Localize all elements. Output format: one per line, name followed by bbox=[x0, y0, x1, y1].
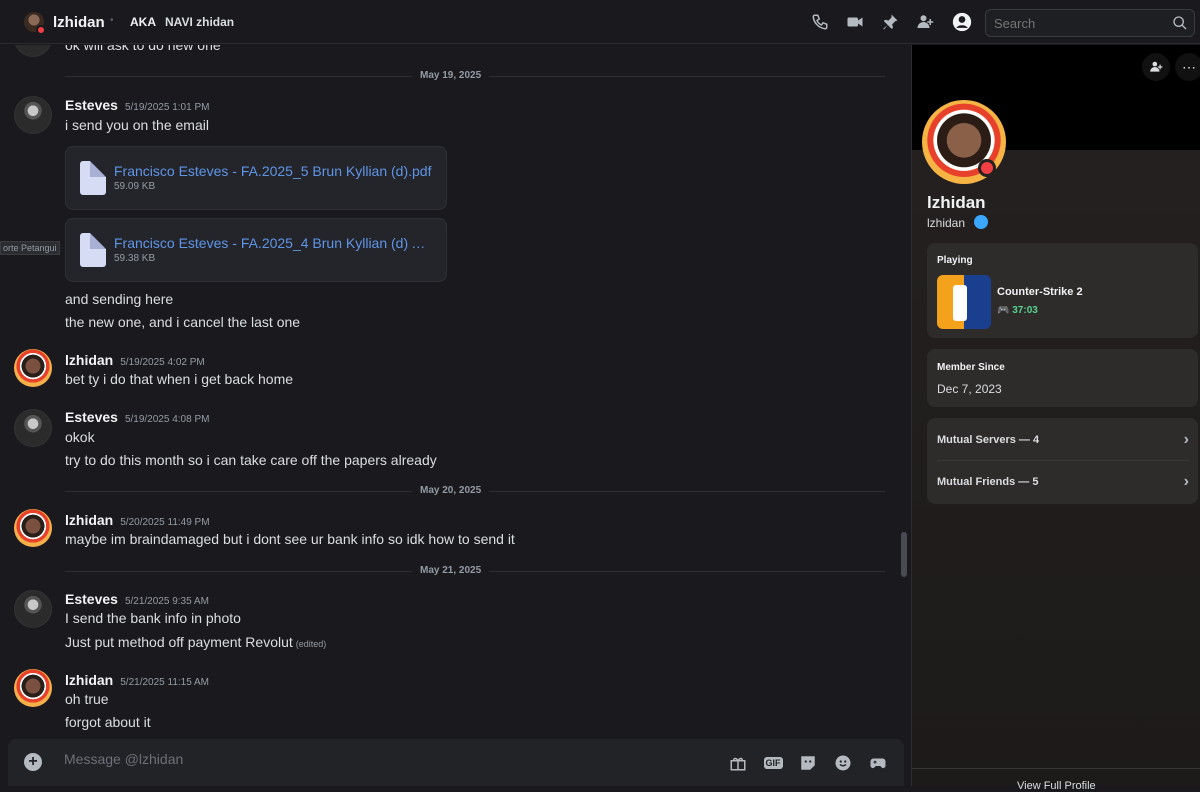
message-text: and sending here bbox=[65, 291, 174, 307]
message-text: ok will ask to do new one bbox=[65, 45, 221, 53]
mutual-servers-link[interactable]: Mutual Servers — 4 › bbox=[937, 431, 1189, 448]
add-attachment-icon[interactable]: + bbox=[24, 753, 42, 771]
gift-icon[interactable] bbox=[728, 753, 748, 773]
message-text: oh true bbox=[65, 691, 109, 707]
mutuals-card: Mutual Servers — 4 › Mutual Friends — 5 › bbox=[927, 418, 1198, 504]
message-author[interactable]: Esteves 5/19/2025 1:01 PM bbox=[65, 97, 209, 113]
file-size: 59.09 KB bbox=[114, 181, 156, 192]
message-list[interactable]: ok will ask to do new one May 19, 2025 E… bbox=[0, 45, 910, 786]
profile-username[interactable]: lzhidan bbox=[927, 216, 965, 230]
chevron-right-icon: › bbox=[1183, 473, 1189, 490]
file-size: 59.38 KB bbox=[114, 253, 156, 264]
divider bbox=[937, 460, 1189, 461]
message-author[interactable]: lzhidan 5/20/2025 11:49 PM bbox=[65, 512, 210, 528]
edited-tag: (edited) bbox=[295, 639, 327, 649]
dnd-status-icon bbox=[978, 159, 996, 177]
emoji-icon[interactable] bbox=[833, 753, 853, 773]
message-text: the new one, and i cancel the last one bbox=[65, 314, 301, 330]
date-divider-label: May 20, 2025 bbox=[412, 485, 490, 496]
gif-icon[interactable]: GIF bbox=[763, 753, 783, 773]
avatar[interactable] bbox=[14, 96, 52, 134]
divider bbox=[912, 768, 1200, 769]
profile-display-name: lzhidan bbox=[927, 193, 986, 212]
game-elapsed-time: 🎮 37:03 bbox=[997, 305, 1038, 316]
scrollbar-thumb[interactable] bbox=[901, 532, 907, 577]
playing-header: Playing bbox=[937, 255, 973, 266]
pin-icon[interactable] bbox=[878, 10, 902, 34]
message-author[interactable]: Esteves 5/19/2025 4:08 PM bbox=[65, 409, 209, 425]
search-icon bbox=[1172, 15, 1188, 36]
dnd-status-icon bbox=[36, 25, 46, 35]
avatar[interactable] bbox=[14, 45, 52, 57]
search-input[interactable] bbox=[986, 10, 1166, 37]
game-name: Counter-Strike 2 bbox=[997, 286, 1083, 298]
activity-card: Playing Counter-Strike 2 🎮 37:03 bbox=[927, 243, 1198, 338]
search-box[interactable] bbox=[985, 9, 1195, 37]
member-since-card: Member Since Dec 7, 2023 bbox=[927, 349, 1198, 407]
avatar[interactable] bbox=[14, 509, 52, 547]
file-name-link[interactable]: Francisco Esteves - FA.2025_5 Brun Kylli… bbox=[114, 163, 434, 179]
message-text: Just put method off payment Revolut (edit… bbox=[65, 634, 327, 650]
file-name-link[interactable]: Francisco Esteves - FA.2025_4 Brun Kylli… bbox=[114, 235, 434, 251]
message-timestamp: 5/21/2025 9:35 AM bbox=[124, 596, 209, 607]
message-text: bet ty i do that when i get back home bbox=[65, 371, 294, 387]
dm-title[interactable]: lzhidan bbox=[53, 14, 105, 31]
date-divider-label: May 21, 2025 bbox=[412, 565, 490, 576]
video-call-icon[interactable] bbox=[843, 10, 867, 34]
message-text: maybe im braindamaged but i dont see ur … bbox=[65, 531, 515, 547]
separator-dot: • bbox=[110, 15, 114, 26]
chevron-right-icon: › bbox=[1183, 431, 1189, 448]
message-author[interactable]: Esteves 5/21/2025 9:35 AM bbox=[65, 591, 209, 607]
file-attachment[interactable]: Francisco Esteves - FA.2025_5 Brun Kylli… bbox=[65, 146, 447, 210]
sticker-icon[interactable] bbox=[798, 753, 818, 773]
add-friend-icon[interactable] bbox=[913, 10, 937, 34]
message-timestamp: 5/19/2025 4:08 PM bbox=[124, 414, 210, 425]
more-options-icon[interactable]: ⋯ bbox=[1175, 53, 1200, 81]
member-since-header: Member Since bbox=[937, 362, 1005, 373]
avatar[interactable] bbox=[14, 590, 52, 628]
message-text: i send you on the email bbox=[65, 117, 209, 133]
nitro-badge-icon[interactable] bbox=[974, 215, 988, 229]
pdf-file-icon bbox=[80, 233, 106, 267]
view-full-profile-button[interactable]: View Full Profile bbox=[1017, 780, 1096, 792]
pdf-file-icon bbox=[80, 161, 106, 195]
file-attachment[interactable]: Francisco Esteves - FA.2025_4 Brun Kylli… bbox=[65, 218, 447, 282]
channel-header: lzhidan • AKA NAVI zhidan bbox=[0, 0, 1200, 44]
avatar[interactable] bbox=[14, 349, 52, 387]
activity-icon[interactable] bbox=[868, 753, 888, 773]
message-author[interactable]: lzhidan 5/19/2025 4:02 PM bbox=[65, 352, 205, 368]
avatar[interactable] bbox=[14, 669, 52, 707]
message-timestamp: 5/21/2025 11:15 AM bbox=[120, 677, 210, 688]
phone-call-icon[interactable] bbox=[808, 10, 832, 34]
message-text: try to do this month so i can take care … bbox=[65, 452, 437, 468]
game-cover-icon[interactable] bbox=[937, 275, 991, 329]
message-timestamp: 5/19/2025 1:01 PM bbox=[124, 102, 210, 113]
message-timestamp: 5/20/2025 11:49 PM bbox=[120, 517, 210, 528]
message-author[interactable]: lzhidan 5/21/2025 11:15 AM bbox=[65, 672, 209, 688]
message-input[interactable] bbox=[64, 751, 664, 767]
nickname: NAVI zhidan bbox=[165, 15, 235, 29]
add-friend-icon[interactable] bbox=[1142, 53, 1170, 81]
avatar[interactable] bbox=[14, 409, 52, 447]
date-divider-label: May 19, 2025 bbox=[412, 70, 490, 81]
message-text: forgot about it bbox=[65, 714, 151, 730]
user-profile-icon[interactable] bbox=[950, 10, 974, 34]
member-since-date: Dec 7, 2023 bbox=[937, 382, 1002, 396]
mutual-friends-link[interactable]: Mutual Friends — 5 › bbox=[937, 473, 1189, 490]
message-text: okok bbox=[65, 429, 95, 445]
message-composer: + GIF bbox=[8, 739, 904, 786]
user-profile-panel: ⋯ lzhidan lzhidan Playing Counter-Strike… bbox=[911, 45, 1200, 792]
aka-label: AKA bbox=[130, 15, 156, 29]
message-text: I send the bank info in photo bbox=[65, 610, 241, 626]
hover-tooltip: orte Petangui bbox=[0, 241, 60, 255]
message-timestamp: 5/19/2025 4:02 PM bbox=[120, 357, 205, 368]
